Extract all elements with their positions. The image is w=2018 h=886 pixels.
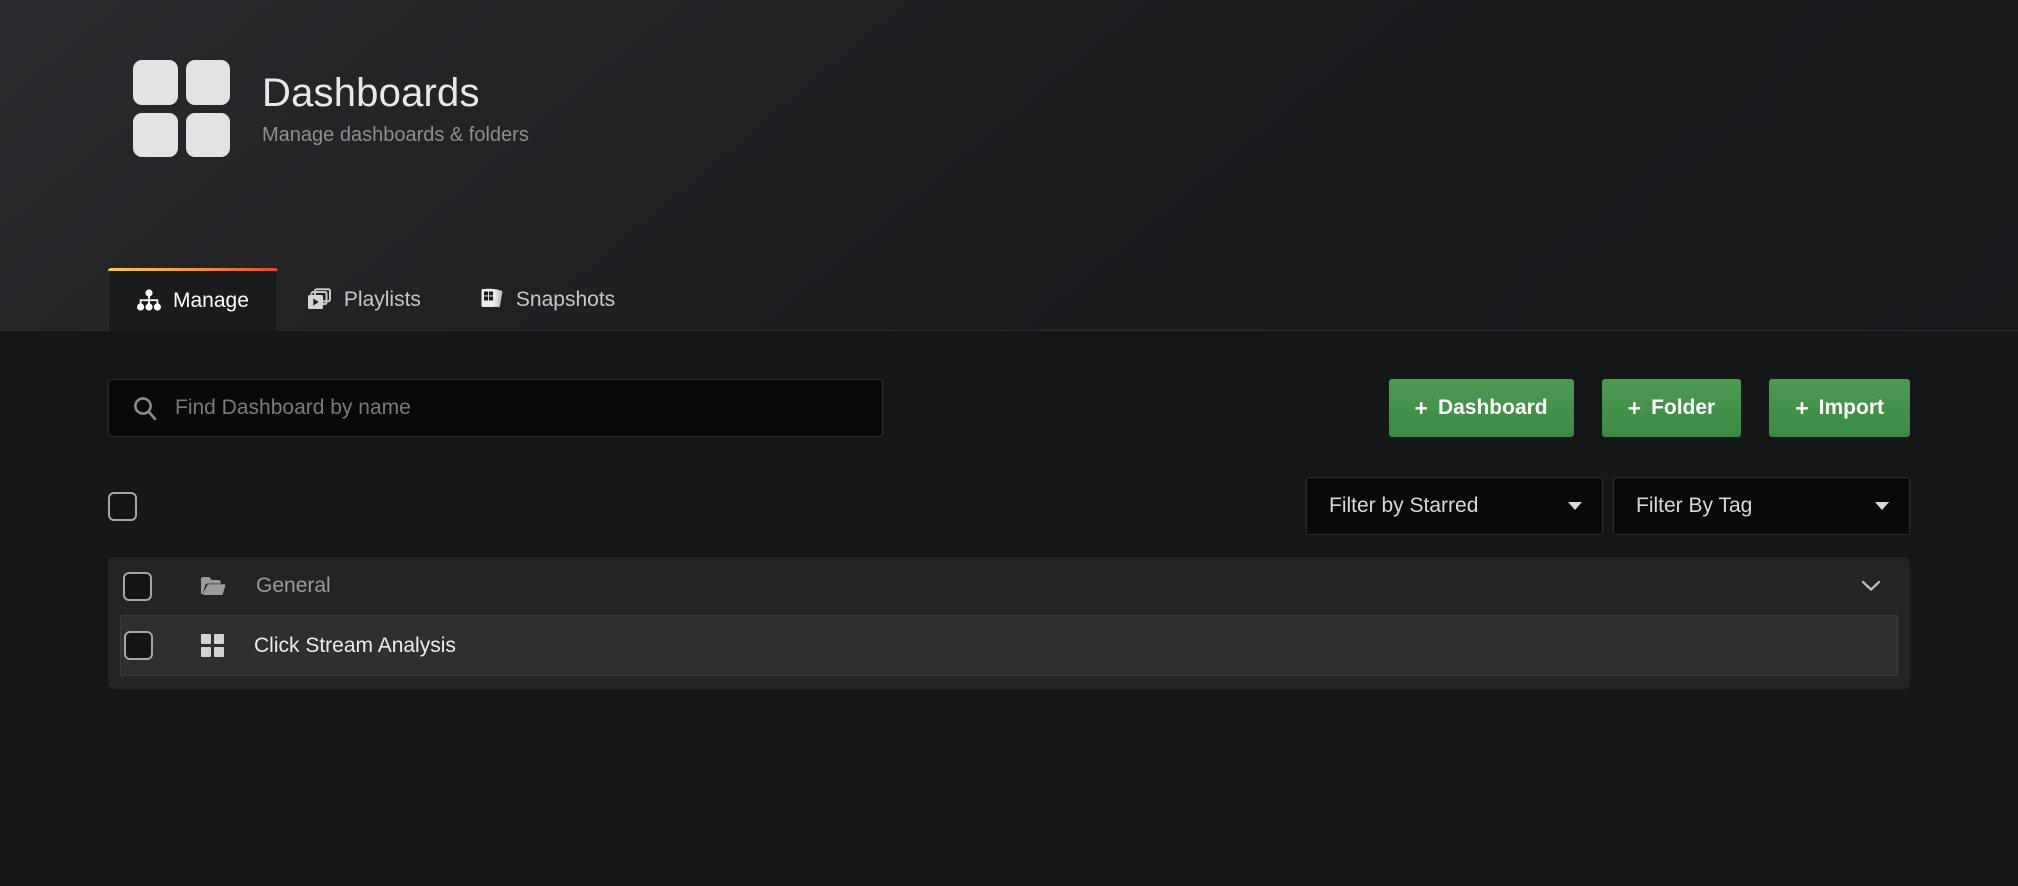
content-area: + Dashboard + Folder + Import Filter by … [0,331,2018,689]
folder-checkbox[interactable] [123,571,152,601]
new-dashboard-label: Dashboard [1437,396,1548,419]
search-icon [132,395,158,421]
folder-open-icon [200,576,226,596]
filter-controls: Filter by Starred Filter By Tag [1306,477,1910,535]
search-input[interactable] [109,380,882,436]
tab-playlists-label: Playlists [343,288,421,311]
plus-icon: + [1627,394,1642,421]
tab-manage-label: Manage [173,288,249,312]
new-dashboard-button[interactable]: + Dashboard [1388,379,1574,437]
tab-manage[interactable]: Manage [108,268,278,331]
tab-snapshots-label: Snapshots [515,287,616,311]
filter-by-tag-select[interactable]: Filter By Tag [1613,477,1910,535]
page-header-region: Dashboards Manage dashboards & folders M… [0,0,2018,331]
plus-icon: + [1795,394,1809,421]
tab-snapshots[interactable]: Snapshots [450,266,644,331]
page-title-block: Dashboards Manage dashboards & folders [262,70,529,147]
chevron-down-icon [1875,502,1889,510]
dashboard-list: General Click Stream Analysis [108,557,1910,689]
page-header: Dashboards Manage dashboards & folders [0,0,2018,157]
dashboard-grid-icon [201,634,224,657]
select-all-wrapper [108,477,137,535]
import-button[interactable]: + Import [1769,379,1910,437]
select-all-checkbox[interactable] [108,491,137,521]
new-folder-button[interactable]: + Folder [1601,379,1742,437]
page-title: Dashboards [262,71,480,115]
folder-name: General [256,574,331,597]
plus-icon: + [1414,394,1428,421]
dashboard-row-click-stream-analysis[interactable]: Click Stream Analysis [120,615,1898,676]
new-folder-label: Folder [1651,396,1716,419]
tab-playlists[interactable]: Playlists [278,267,450,331]
playlist-icon [307,288,332,311]
dashboard-toolbar: + Dashboard + Folder + Import [0,331,2018,437]
dashboard-name: Click Stream Analysis [254,633,456,657]
dashboard-checkbox[interactable] [124,631,153,660]
sitemap-icon [137,289,161,311]
filter-row: Filter by Starred Filter By Tag [0,437,2018,535]
dashboards-grid-icon [133,60,230,157]
toolbar-actions: + Dashboard + Folder + Import [1388,379,1910,437]
chevron-down-icon [1568,502,1582,510]
snapshots-icon [479,287,504,311]
folder-row-general[interactable]: General [108,557,1910,615]
chevron-down-icon[interactable] [1860,579,1882,593]
tab-bar: Manage Playlists Snapshots [108,266,644,331]
filter-by-starred-select[interactable]: Filter by Starred [1306,477,1603,535]
page-subtitle: Manage dashboards & folders [262,124,529,146]
filter-by-starred-label: Filter by Starred [1329,494,1479,517]
search-box[interactable] [108,379,883,437]
filter-by-tag-label: Filter By Tag [1636,494,1753,517]
import-label: Import [1818,396,1884,419]
